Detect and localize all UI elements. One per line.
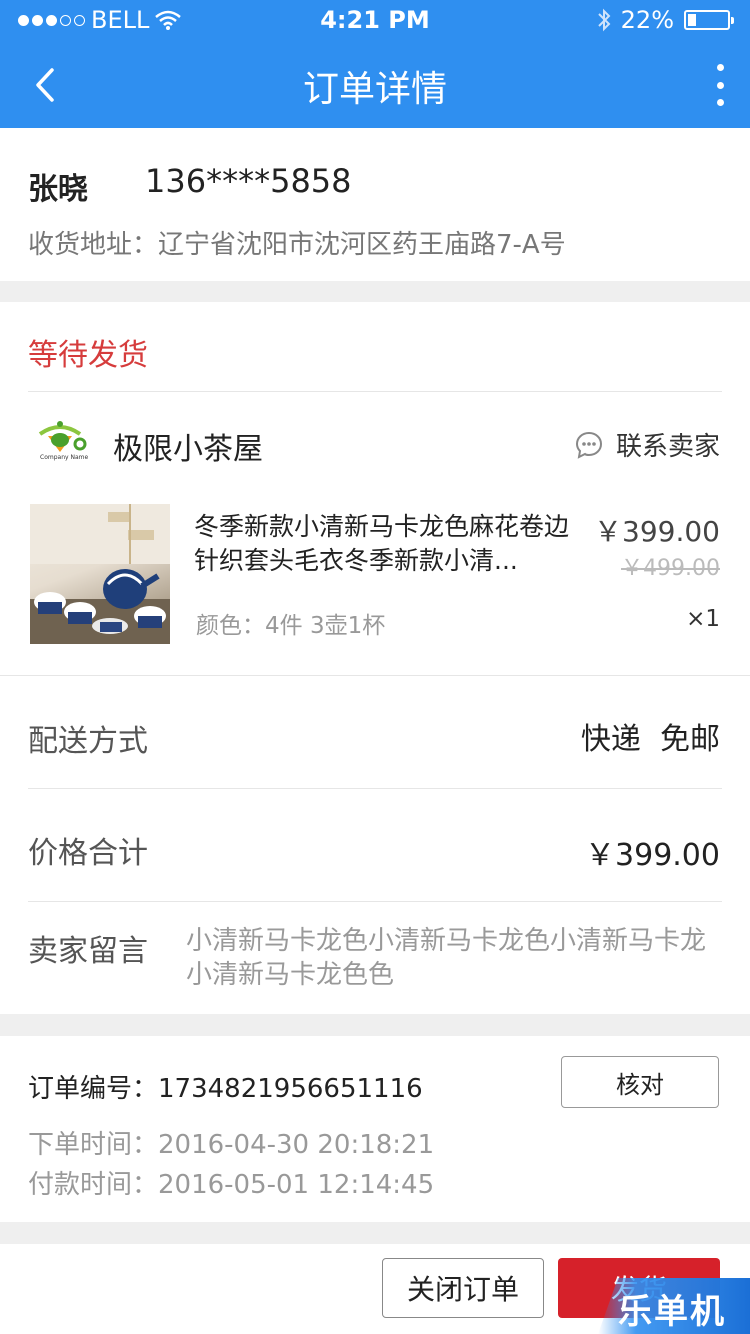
divider xyxy=(28,788,722,789)
delivery-label: 配送方式 xyxy=(28,724,148,759)
order-number: 订单编号：1734821956651116 xyxy=(28,1074,423,1104)
receiver-phone: 136****5858 xyxy=(145,162,352,200)
more-vertical-icon[interactable] xyxy=(712,64,728,106)
product-price: ￥399.00 xyxy=(594,515,720,548)
total-label: 价格合计 xyxy=(28,836,148,871)
teapot-set-illustration xyxy=(30,504,170,644)
page-title: 订单详情 xyxy=(302,69,447,110)
product-quantity: ×1 xyxy=(686,606,720,632)
total-value: ￥399.00 xyxy=(585,838,720,873)
divider xyxy=(0,675,750,676)
order-created-time: 下单时间：2016-04-30 20:18:21 xyxy=(28,1130,435,1160)
receiver-address: 收货地址：辽宁省沈阳市沈河区药王庙路7-A号 xyxy=(28,230,566,260)
product-title[interactable]: 冬季新款小清新马卡龙色麻花卷边针织套头毛衣冬季新款小清... xyxy=(194,510,584,578)
delivery-value: 快递 免邮 xyxy=(580,722,720,757)
verify-button[interactable]: 核对 xyxy=(561,1056,719,1108)
status-bar: BELL 4:21 PM 22% xyxy=(0,0,750,40)
order-info-section: 订单编号：1734821956651116 核对 下单时间：2016-04-30… xyxy=(0,1036,750,1222)
message-value: 小清新马卡龙色小清新马卡龙色小清新马卡龙小清新马卡龙色色 xyxy=(186,926,707,990)
chat-bubble-icon xyxy=(575,431,602,459)
message-label: 卖家留言 xyxy=(28,934,148,969)
product-spec: 颜色：4件 3壶1杯 xyxy=(196,613,386,639)
order-section: 等待发货 Company Name 极限小茶屋 联系卖家 冬季新款小清新马卡龙色… xyxy=(0,302,750,1014)
contact-seller-button[interactable]: 联系卖家 xyxy=(574,426,720,463)
contact-seller-label: 联系卖家 xyxy=(615,432,720,462)
order-status: 等待发货 xyxy=(28,338,148,373)
bluetooth-icon xyxy=(597,8,611,32)
nav-bar: 订单详情 xyxy=(0,40,750,128)
status-right-group: 22% xyxy=(597,6,734,34)
battery-icon xyxy=(684,10,734,30)
divider xyxy=(28,391,722,392)
receiver-name: 张晓 xyxy=(28,172,88,207)
divider xyxy=(28,901,722,902)
battery-percent: 22% xyxy=(620,6,674,34)
shop-name[interactable]: 极限小茶屋 xyxy=(113,424,263,468)
close-order-button[interactable]: 关闭订单 xyxy=(382,1258,544,1318)
product-original-price: ￥499.00 xyxy=(621,556,720,581)
order-paid-time: 付款时间：2016-05-01 12:14:45 xyxy=(28,1170,435,1200)
receiver-section: 张晓 136****5858 收货地址：辽宁省沈阳市沈河区药王庙路7-A号 xyxy=(0,128,750,281)
product-image[interactable] xyxy=(30,504,170,644)
shop-logo-text: Company Name xyxy=(40,454,89,461)
watermark-text: 乐单机 xyxy=(618,1292,726,1332)
